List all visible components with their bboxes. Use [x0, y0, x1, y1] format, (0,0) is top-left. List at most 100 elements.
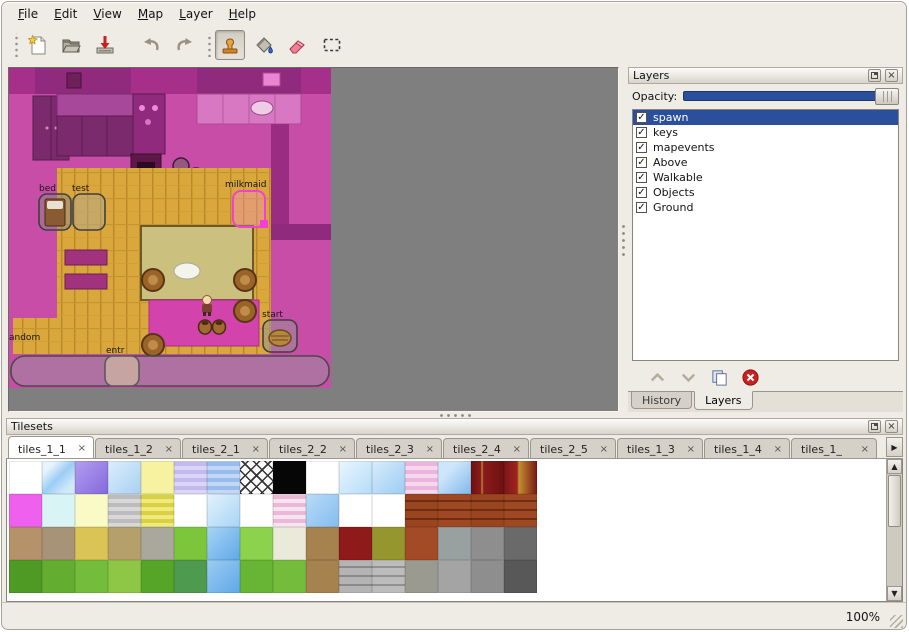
layer-visible-checkbox[interactable]: ✓ [636, 127, 647, 138]
tileset-scrollbar[interactable]: ▲ ▼ [886, 459, 902, 601]
opacity-slider[interactable] [683, 91, 899, 101]
undo-button[interactable] [136, 30, 166, 60]
tile[interactable] [108, 527, 141, 560]
map-canvas[interactable]: bedtestmilkmaidstartentrandom [9, 68, 331, 388]
tile[interactable] [240, 527, 273, 560]
tile[interactable] [273, 527, 306, 560]
tile[interactable] [141, 527, 174, 560]
save-map-button[interactable] [90, 30, 120, 60]
tile[interactable] [240, 461, 273, 494]
tileset-tab-tiles_2_1[interactable]: tiles_2_1× [182, 438, 268, 458]
tileset-tab-tiles_2_3[interactable]: tiles_2_3× [356, 438, 442, 458]
layer-visible-checkbox[interactable]: ✓ [636, 172, 647, 183]
tab-close-icon[interactable]: × [774, 445, 782, 455]
tile[interactable] [372, 527, 405, 560]
tab-close-icon[interactable]: × [600, 445, 608, 455]
tile[interactable] [9, 560, 42, 593]
tile[interactable] [108, 494, 141, 527]
tile[interactable] [108, 461, 141, 494]
layer-visible-checkbox[interactable]: ✓ [636, 187, 647, 198]
tab-close-icon[interactable]: × [165, 445, 173, 455]
tile[interactable] [405, 461, 438, 494]
tile[interactable] [9, 461, 42, 494]
tileset-view[interactable]: ▲ ▼ [6, 459, 903, 602]
lower-layer-button[interactable] [677, 366, 699, 388]
layer-row-Walkable[interactable]: ✓Walkable [633, 170, 898, 185]
tile[interactable] [108, 560, 141, 593]
tile[interactable] [42, 527, 75, 560]
tab-close-icon[interactable]: × [339, 445, 347, 455]
tile[interactable] [141, 560, 174, 593]
delete-layer-button[interactable] [739, 366, 761, 388]
bucket-fill-button[interactable] [249, 30, 279, 60]
layer-visible-checkbox[interactable]: ✓ [636, 157, 647, 168]
tile[interactable] [174, 494, 207, 527]
toolbar-drag-handle[interactable] [11, 33, 18, 57]
tile[interactable] [438, 560, 471, 593]
layer-row-mapevents[interactable]: ✓mapevents [633, 140, 898, 155]
eraser-button[interactable] [283, 30, 313, 60]
open-map-button[interactable] [56, 30, 86, 60]
tile[interactable] [75, 494, 108, 527]
tile[interactable] [207, 527, 240, 560]
tileset-tab-tiles_1_3[interactable]: tiles_1_3× [617, 438, 703, 458]
tile[interactable] [471, 560, 504, 593]
tile[interactable] [174, 560, 207, 593]
tile[interactable] [306, 527, 339, 560]
tile[interactable] [42, 461, 75, 494]
tab-close-icon[interactable]: × [861, 445, 869, 455]
scroll-up-button[interactable]: ▲ [887, 459, 902, 474]
close-panel-button[interactable]: × [885, 69, 898, 82]
dock-tab-history[interactable]: History [631, 392, 692, 409]
scrollbar-thumb[interactable] [888, 475, 901, 527]
tile[interactable] [207, 494, 240, 527]
close-panel-button[interactable]: × [885, 420, 898, 433]
menu-edit[interactable]: Edit [46, 4, 85, 24]
tile[interactable] [75, 527, 108, 560]
tile[interactable] [9, 494, 42, 527]
tile[interactable] [471, 461, 504, 494]
raise-layer-button[interactable] [646, 366, 668, 388]
tileset-tab-tiles_1_[interactable]: tiles_1_× [791, 438, 877, 458]
menu-file[interactable]: File [10, 4, 46, 24]
tile[interactable] [42, 494, 75, 527]
tile[interactable] [273, 560, 306, 593]
vertical-splitter[interactable] [619, 67, 628, 412]
tile[interactable] [405, 560, 438, 593]
tile[interactable] [273, 494, 306, 527]
stamp-brush-button[interactable] [215, 30, 245, 60]
tileset-tab-tiles_1_2[interactable]: tiles_1_2× [95, 438, 181, 458]
scrollbar-track[interactable] [887, 474, 902, 586]
layer-visible-checkbox[interactable]: ✓ [636, 202, 647, 213]
tile[interactable] [174, 461, 207, 494]
tab-close-icon[interactable]: × [426, 445, 434, 455]
tile[interactable] [372, 494, 405, 527]
tileset-tab-tiles_2_5[interactable]: tiles_2_5× [530, 438, 616, 458]
tile[interactable] [438, 494, 471, 527]
tile[interactable] [75, 461, 108, 494]
menu-layer[interactable]: Layer [171, 4, 220, 24]
tab-close-icon[interactable]: × [252, 445, 260, 455]
scroll-down-button[interactable]: ▼ [887, 586, 902, 601]
tile[interactable] [273, 461, 306, 494]
layers-titlebar[interactable]: Layers × [628, 67, 903, 84]
layer-row-spawn[interactable]: ✓spawn [633, 110, 898, 125]
tile[interactable] [207, 560, 240, 593]
toolbar-drag-handle[interactable] [204, 33, 211, 57]
tile[interactable] [141, 461, 174, 494]
tile[interactable] [339, 527, 372, 560]
tile[interactable] [471, 494, 504, 527]
tileset-tab-tiles_2_4[interactable]: tiles_2_4× [443, 438, 529, 458]
tile[interactable] [405, 494, 438, 527]
new-map-button[interactable] [22, 30, 52, 60]
menu-map[interactable]: Map [130, 4, 171, 24]
float-panel-button[interactable] [868, 69, 881, 82]
dock-tab-layers[interactable]: Layers [694, 391, 752, 410]
tile[interactable] [240, 560, 273, 593]
tile[interactable] [306, 461, 339, 494]
map-view[interactable]: bedtestmilkmaidstartentrandom [8, 67, 619, 412]
tile[interactable] [438, 527, 471, 560]
tile[interactable] [306, 560, 339, 593]
layer-row-Ground[interactable]: ✓Ground [633, 200, 898, 215]
tile[interactable] [339, 461, 372, 494]
